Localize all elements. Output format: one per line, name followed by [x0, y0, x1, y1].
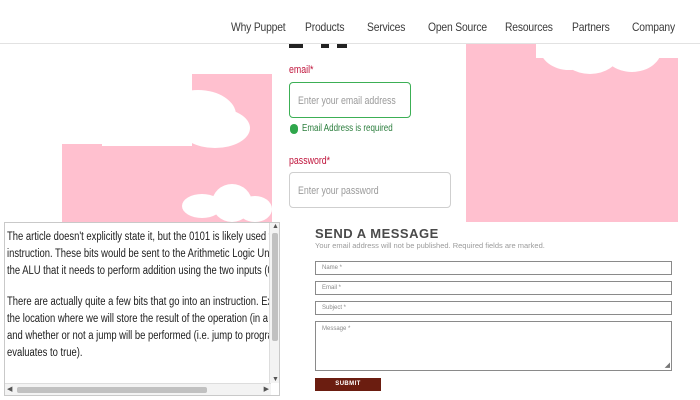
nav-item-company[interactable]: Company	[632, 20, 675, 34]
nav-item-partners[interactable]: Partners	[572, 20, 610, 34]
password-label: password*	[289, 155, 331, 167]
article-text-panel[interactable]: The article doesn't explicitly state it,…	[4, 222, 280, 396]
article-line: There are actually quite a few bits that…	[7, 296, 269, 308]
contact-email-input[interactable]: Email *	[315, 281, 672, 295]
contact-form-subtitle: Your email address will not be published…	[315, 241, 545, 250]
vertical-scroll-thumb[interactable]	[272, 233, 278, 341]
horizontal-scrollbar[interactable]: ◀ ▶	[5, 383, 271, 395]
article-line: and whether or not a jump will be perfor…	[7, 330, 269, 342]
email-input[interactable]: Enter your email address	[289, 82, 411, 118]
decorative-pink-panel-right	[466, 44, 678, 222]
article-line: the ALU that it needs to perform additio…	[7, 265, 269, 277]
scroll-up-arrow-icon[interactable]: ▲	[272, 223, 279, 230]
scroll-right-arrow-icon[interactable]: ▶	[264, 385, 269, 393]
scroll-down-arrow-icon[interactable]: ▼	[272, 376, 279, 383]
top-navigation-bar: Why Puppet Products Services Open Source…	[0, 0, 700, 44]
nav-item-services[interactable]: Services	[367, 20, 405, 34]
scroll-left-arrow-icon[interactable]: ◀	[7, 385, 12, 393]
resize-grip-icon[interactable]: ◢	[665, 361, 670, 369]
email-validation-message: Email Address is required	[290, 123, 415, 134]
submit-button[interactable]: SUBMIT	[315, 378, 381, 391]
password-input[interactable]: Enter your password	[289, 172, 451, 208]
contact-name-input[interactable]: Name *	[315, 261, 672, 275]
check-circle-icon	[290, 123, 298, 134]
nav-item-open-source[interactable]: Open Source	[428, 20, 487, 34]
contact-form-title: SEND A MESSAGE	[315, 226, 439, 241]
contact-message-textarea[interactable]: Message * ◢	[315, 321, 672, 371]
nav-item-why-puppet[interactable]: Why Puppet	[231, 20, 286, 34]
article-content: The article doesn't explicitly state it,…	[7, 229, 269, 384]
nav-item-products[interactable]: Products	[305, 20, 345, 34]
article-line: The article doesn't explicitly state it,…	[7, 231, 269, 243]
nav-item-resources[interactable]: Resources	[505, 20, 553, 34]
horizontal-scroll-thumb[interactable]	[17, 387, 207, 393]
article-line: the location where we will store the res…	[7, 313, 269, 325]
login-heading-fragment	[289, 44, 359, 48]
decorative-pink-panel-left	[62, 44, 272, 224]
vertical-scrollbar[interactable]: ▲ ▼	[269, 223, 279, 383]
article-line: instruction. These bits would be sent to…	[7, 248, 269, 260]
article-line: evaluates to true).	[7, 347, 83, 359]
contact-subject-input[interactable]: Subject *	[315, 301, 672, 315]
email-label: email*	[289, 64, 314, 76]
